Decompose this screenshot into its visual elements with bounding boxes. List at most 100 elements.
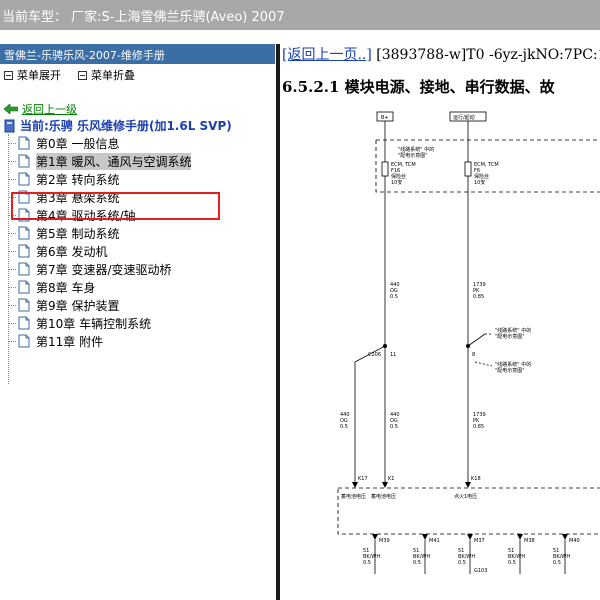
back-up-label: 返回上一级 <box>22 103 77 116</box>
tree-connector <box>8 341 16 342</box>
tree-connector <box>8 233 16 234</box>
book-icon <box>4 119 15 132</box>
tree-connector <box>8 179 16 180</box>
wire-right-top-gauge: 0.85 <box>473 294 484 300</box>
collapse-label: 菜单折叠 <box>91 69 135 82</box>
selection-highlight-box <box>11 192 220 220</box>
expand-icon <box>4 70 13 80</box>
back-up-link[interactable]: 返回上一级 <box>4 101 77 117</box>
ground-connector-0 <box>372 534 378 540</box>
ref-arrow-2 <box>474 361 493 367</box>
chapter-label: 第7章 变速器/变速驱动桥 <box>36 262 172 277</box>
chapter-item[interactable]: 第10章 车辆控制系统 <box>8 314 152 332</box>
chapter-label: 第9章 保护装置 <box>36 298 120 313</box>
pin-connector-0 <box>352 482 358 488</box>
chapter-item[interactable]: 第6章 发动机 <box>8 242 108 260</box>
pin-desc-2: 点火1电压 <box>454 493 477 500</box>
tree-root[interactable]: 当前:乐骋 乐风维修手册(加1.6L SVP) <box>4 117 232 134</box>
chapter-item[interactable]: 第5章 制动系统 <box>8 224 119 242</box>
pin-id-0: K17 <box>358 476 368 482</box>
fuse-right-rating: 10安 <box>474 179 485 186</box>
tree-guide-line <box>8 134 9 384</box>
pin-id-1: K1 <box>388 476 394 482</box>
tree-connector <box>8 305 16 306</box>
ground-connector-2 <box>467 534 473 540</box>
chapter-item[interactable]: 第11章 附件 <box>8 332 104 350</box>
tree-connector <box>8 287 16 288</box>
document-icon <box>18 136 30 150</box>
chapter-item[interactable]: 第1章 暖风、通风与空调系统 <box>8 152 192 170</box>
chapter-item[interactable]: 第8章 车身 <box>8 278 95 296</box>
ground-id-3: M38 <box>524 538 535 544</box>
ground-id-2: M37 <box>474 538 485 544</box>
ref-1-line1: "线路系统" 中的 <box>495 327 531 334</box>
document-icon <box>18 280 30 294</box>
splice-right-branch <box>467 333 486 347</box>
fuse-right-desc: 保险丝 <box>474 173 489 180</box>
ground-wire-gauge-0: 0.5 <box>363 560 371 566</box>
tree-connector <box>8 269 16 270</box>
back-arrow-icon <box>4 104 18 114</box>
chapter-item[interactable]: 第0章 一般信息 <box>8 134 120 152</box>
tree-root-label: 当前:乐骋 乐风维修手册(加1.6L SVP) <box>20 119 232 133</box>
wire-left-a-gauge: 0.5 <box>340 424 348 430</box>
ground-connector-4 <box>562 534 568 540</box>
tree-connector <box>8 161 16 162</box>
splice-right-pin: 8 <box>472 352 475 358</box>
fuse-ref-line1: "线路系统" 中的 <box>398 146 434 153</box>
document-icon <box>18 316 30 330</box>
splice-left-id: C206 <box>368 352 381 358</box>
chapter-label: 第2章 转向系统 <box>36 172 120 187</box>
expand-menu-button[interactable]: 菜单展开 <box>4 67 61 83</box>
run-start-label: 运行/起动 <box>453 114 475 121</box>
sidebar: 雪佛兰-乐骋乐风-2007-维修手册 菜单展开 菜单折叠 返回上一级 当前:乐骋… <box>0 44 275 600</box>
ground-id-0: M39 <box>379 538 390 544</box>
document-icon <box>18 262 30 276</box>
content-nav: [返回上一页..] [3893788-w]T0 -6yz-jkNO:7PC:1 <box>282 44 600 64</box>
fuse-right-symbol <box>464 161 472 177</box>
chapter-label: 第0章 一般信息 <box>36 136 120 151</box>
pin-desc-0: 蓄电池电压 <box>341 493 366 500</box>
splice-left-pin: 11 <box>390 352 396 358</box>
fuse-left-desc: 保险丝 <box>391 173 406 180</box>
ground-point-id: G103 <box>474 568 487 574</box>
ground-wire-gauge-3: 0.5 <box>508 560 516 566</box>
wire-right-b-gauge: 0.85 <box>473 424 484 430</box>
pin-connector-2 <box>465 482 471 488</box>
document-icon <box>18 298 30 312</box>
fuse-left-rating: 10安 <box>391 179 402 186</box>
ground-connector-3 <box>517 534 523 540</box>
collapse-icon <box>78 70 87 80</box>
pin-id-2: K18 <box>471 476 481 482</box>
chapter-label: 第6章 发动机 <box>36 244 108 259</box>
chapter-label: 第11章 附件 <box>36 334 104 349</box>
pin-desc-1: 蓄电池电压 <box>371 493 396 500</box>
title-bar: 当前车型： 厂家:S-上海雪佛兰乐骋(Aveo) 2007 <box>0 0 600 30</box>
chapter-item[interactable]: 第9章 保护装置 <box>8 296 120 314</box>
page-code: [3893788-w]T0 -6yz-jkNO:7PC:1 <box>371 47 600 63</box>
chapter-item[interactable]: 第2章 转向系统 <box>8 170 120 188</box>
ground-connector-1 <box>422 534 428 540</box>
vehicle-title: 当前车型： 厂家:S-上海雪佛兰乐骋(Aveo) 2007 <box>2 10 285 25</box>
section-title: 6.5.2.1 模块电源、接地、串行数据、故 <box>282 78 555 96</box>
wire-left-top-gauge: 0.5 <box>390 294 398 300</box>
tree-connector <box>8 251 16 252</box>
ground-id-1: M41 <box>429 538 440 544</box>
document-icon <box>18 334 30 348</box>
chapter-item[interactable]: 第7章 变速器/变速驱动桥 <box>8 260 172 278</box>
expand-label: 菜单展开 <box>17 69 61 82</box>
collapse-menu-button[interactable]: 菜单折叠 <box>78 67 135 83</box>
wiring-diagram: B+ 运行/起动"线路系统" 中的"配电示意图"ECM, TCMF16保险丝10安… <box>337 111 600 574</box>
back-page-link[interactable]: [返回上一页..] <box>282 47 372 63</box>
ground-wire-gauge-4: 0.5 <box>553 560 561 566</box>
content-pane: [返回上一页..] [3893788-w]T0 -6yz-jkNO:7PC:1 … <box>280 44 600 600</box>
chapter-label: 第1章 暖风、通风与空调系统 <box>36 152 192 170</box>
ref-2-line1: "线路系统" 中的 <box>495 361 531 368</box>
sidebar-header: 雪佛兰-乐骋乐风-2007-维修手册 <box>0 44 275 64</box>
chapter-label: 第10章 车辆控制系统 <box>36 316 152 331</box>
document-icon <box>18 244 30 258</box>
bplus-label: B+ <box>381 115 389 121</box>
document-icon <box>18 172 30 186</box>
ref-2-line2: "配电示意图" <box>495 367 525 374</box>
fuse-ref-line2: "配电示意图" <box>398 152 428 159</box>
